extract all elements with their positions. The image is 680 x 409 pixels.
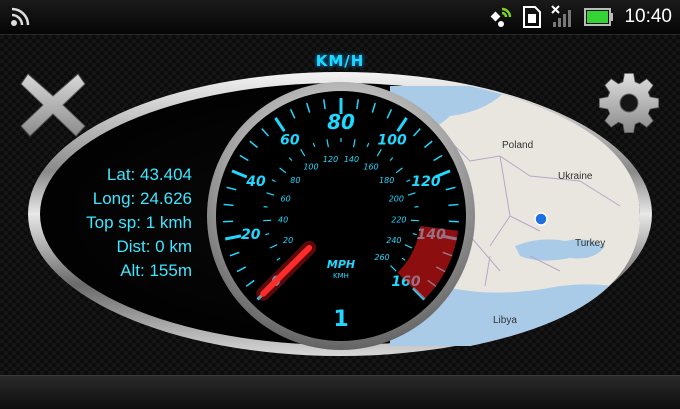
settings-button[interactable] [594,68,664,138]
outer-tick [224,204,234,205]
unit-label: KM/H [300,52,380,70]
gear-icon [594,68,664,138]
inner-scale-label: 220 [391,216,406,225]
speedometer-gauge: 020406080100120140160 020406080100120140… [205,80,477,352]
outer-scale-label: 80 [327,110,355,134]
clock: 10:40 [624,6,672,28]
longitude-readout: Long: 24.626 [60,187,192,211]
bottom-bar [0,375,680,409]
altitude-readout: Alt: 155m [60,259,192,283]
inner-scale-label: 40 [278,216,288,225]
mph-label: MPH [327,258,355,271]
kmh-label: KMH [333,272,349,280]
inner-scale-label: 80 [290,176,300,185]
map-label-turkey: Turkey [575,238,605,249]
top-speed-readout: Top sp: 1 kmh [60,211,192,235]
map-label-poland: Poland [502,140,533,151]
outer-scale-label: 40 [245,174,266,190]
inner-scale-label: 180 [379,176,394,185]
map-label-libya: Libya [493,315,517,326]
inner-scale-label: 160 [363,162,378,171]
close-x-icon [18,70,88,140]
wifi-signal-icon [8,5,36,29]
inner-scale-label: 200 [389,195,404,204]
inner-scale-label: 240 [386,236,401,245]
outer-scale-label: 60 [280,133,300,149]
outer-scale-label: 120 [411,174,440,190]
inner-scale-label: 140 [344,155,359,164]
inner-scale-label: 260 [374,253,389,262]
close-button[interactable] [18,70,88,140]
battery-icon [584,7,614,27]
outer-scale-label: 100 [377,133,406,149]
outer-scale-label: 20 [241,227,261,243]
outer-tick [448,204,458,205]
cell-signal-off-icon [551,5,577,29]
distance-readout: Dist: 0 km [60,235,192,259]
inner-scale-label: 20 [283,236,293,245]
inner-scale-label: 60 [281,195,291,204]
map-label-ukraine: Ukraine [558,171,593,182]
inner-scale-label: 100 [303,162,318,171]
latitude-readout: Lat: 43.404 [60,163,192,187]
gps-satellite-icon [488,5,514,29]
sim-card-icon [521,5,543,29]
inner-scale-label: 120 [323,155,338,164]
status-bar: 10:40 [0,0,680,35]
gear-indicator: 1 [333,307,348,332]
location-marker [535,213,547,225]
gps-info-panel: Lat: 43.404 Long: 24.626 Top sp: 1 kmh D… [60,163,192,283]
